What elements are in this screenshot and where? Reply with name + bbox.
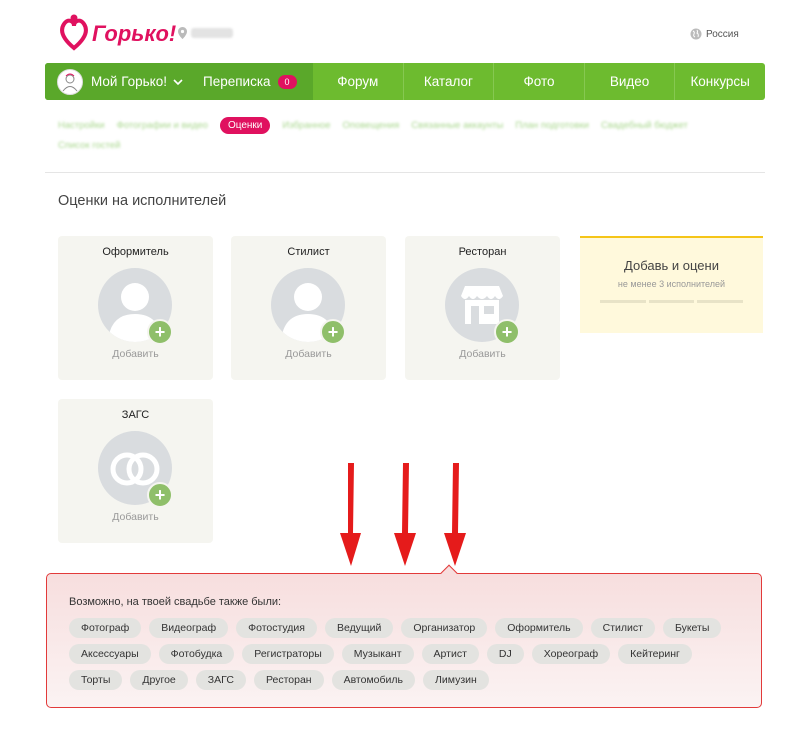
- progress-segment: [697, 300, 744, 303]
- arrow-down-icon: [444, 463, 466, 566]
- subnav-item-budget[interactable]: Свадебный бюджет: [601, 120, 688, 131]
- messages-link[interactable]: Переписка: [203, 74, 271, 89]
- vendor-chip[interactable]: ЗАГС: [195, 670, 246, 690]
- vendor-card-decorator[interactable]: Оформитель + Добавить: [58, 236, 213, 380]
- promo-progress: [600, 300, 744, 303]
- divider: [45, 172, 765, 173]
- region-label: Россия: [706, 28, 739, 40]
- card-title: Оформитель: [102, 246, 169, 258]
- location-pin-icon: [178, 27, 187, 39]
- suggested-vendors-box: Возможно, на твоей свадьбе также были: Ф…: [46, 564, 762, 708]
- vendor-chip[interactable]: DJ: [486, 644, 524, 664]
- page-title: Оценки на исполнителей: [58, 193, 227, 209]
- vendor-chip[interactable]: Артист: [421, 644, 479, 664]
- globe-icon: [690, 28, 702, 40]
- promo-title: Добавь и оцени: [624, 258, 719, 273]
- city-name-blurred: [191, 28, 233, 38]
- promo-banner: Добавь и оцени не менее 3 исполнителей: [580, 236, 763, 333]
- region-selector[interactable]: Россия: [690, 28, 739, 40]
- nav-item-forum[interactable]: Форум: [313, 63, 403, 100]
- avatar[interactable]: [57, 68, 83, 95]
- promo-subtitle: не менее 3 исполнителей: [617, 279, 726, 289]
- vendor-chip[interactable]: Автомобиль: [331, 670, 415, 690]
- nav-user-area: Мой Горько! Переписка 0: [45, 63, 313, 100]
- heart-logo-icon: [60, 14, 88, 51]
- arrow-down-icon: [394, 463, 416, 566]
- vendor-chip[interactable]: Букеты: [662, 618, 722, 638]
- vendor-chip[interactable]: Аксессуары: [69, 644, 151, 664]
- subnav-item-favorites[interactable]: Избранное: [282, 120, 330, 131]
- site-logo[interactable]: Горько!: [58, 12, 176, 52]
- vendor-chip[interactable]: Другое: [130, 670, 188, 690]
- vendor-chip[interactable]: Хореограф: [531, 644, 611, 664]
- subnav-item-guests[interactable]: Список гостей: [58, 140, 120, 151]
- subnav-item-media[interactable]: Фотографии и видео: [117, 120, 208, 131]
- vendor-chip[interactable]: Стилист: [590, 618, 655, 638]
- vendor-card-restaurant[interactable]: Ресторан + Добавить: [405, 236, 560, 380]
- add-link[interactable]: Добавить: [231, 348, 386, 360]
- chip-row: Фотограф Видеограф Фотостудия Ведущий Ор…: [69, 618, 749, 638]
- vendor-card-stylist[interactable]: Стилист + Добавить: [231, 236, 386, 380]
- add-plus-icon[interactable]: +: [320, 319, 346, 345]
- vendor-chip[interactable]: Видеограф: [149, 618, 229, 638]
- subnav-item-plan[interactable]: План подготовки: [515, 120, 589, 131]
- vendor-chip[interactable]: Организатор: [401, 618, 488, 638]
- card-title: Стилист: [287, 246, 330, 258]
- add-plus-icon[interactable]: +: [147, 319, 173, 345]
- vendor-chip[interactable]: Ведущий: [325, 618, 394, 638]
- add-link[interactable]: Добавить: [405, 348, 560, 360]
- vendor-chip[interactable]: Ресторан: [253, 670, 324, 690]
- logo-text: Горько!: [92, 21, 177, 46]
- subnav-item-linked-accounts[interactable]: Связанные аккаунты: [411, 120, 503, 131]
- progress-segment: [648, 300, 695, 303]
- my-gorko-menu[interactable]: Мой Горько!: [91, 74, 167, 89]
- progress-segment: [600, 300, 646, 303]
- vendor-card-registry[interactable]: ЗАГС + Добавить: [58, 399, 213, 543]
- suggest-title: Возможно, на твоей свадьбе также были:: [69, 596, 282, 608]
- main-navbar: Мой Горько! Переписка 0 Форум Каталог Фо…: [45, 63, 765, 100]
- vendor-chip[interactable]: Оформитель: [495, 618, 583, 638]
- subnav-item-settings[interactable]: Настройки: [58, 120, 105, 131]
- vendor-chips: Фотограф Видеограф Фотостудия Ведущий Ор…: [69, 618, 749, 696]
- vendor-chip[interactable]: Лимузин: [423, 670, 489, 690]
- chip-row: Аксессуары Фотобудка Регистраторы Музыка…: [69, 644, 749, 664]
- vendor-chip[interactable]: Кейтеринг: [618, 644, 692, 664]
- user-avatar-icon: [62, 73, 78, 91]
- add-plus-icon[interactable]: +: [494, 319, 520, 345]
- vendor-chip[interactable]: Музыкант: [341, 644, 414, 664]
- chip-row: Торты Другое ЗАГС Ресторан Автомобиль Ли…: [69, 670, 749, 690]
- card-title: ЗАГС: [121, 409, 150, 421]
- arrow-down-icon: [340, 463, 361, 566]
- messages-count-badge: 0: [277, 74, 297, 89]
- subnav-item-ratings[interactable]: Оценки: [219, 117, 271, 134]
- add-link[interactable]: Добавить: [58, 348, 213, 360]
- vendor-chip[interactable]: Регистраторы: [242, 644, 334, 664]
- annotation-arrows: [340, 463, 466, 566]
- vendor-chip[interactable]: Фотостудия: [236, 618, 317, 638]
- nav-items: Форум Каталог Фото Видео Конкурсы: [313, 63, 765, 100]
- add-link[interactable]: Добавить: [58, 511, 213, 523]
- add-plus-icon[interactable]: +: [147, 482, 173, 508]
- vendor-chip[interactable]: Торты: [69, 670, 123, 690]
- nav-item-video[interactable]: Видео: [583, 63, 675, 100]
- chevron-down-icon[interactable]: [173, 77, 183, 87]
- subnav-item-notifications[interactable]: Оповещения: [343, 120, 400, 131]
- vendor-chip[interactable]: Фотограф: [69, 618, 142, 638]
- city-selector[interactable]: [178, 27, 233, 39]
- vendor-chip[interactable]: Фотобудка: [158, 644, 235, 664]
- profile-subnav: Настройки Фотографии и видео Оценки Избр…: [58, 117, 758, 151]
- card-title: Ресторан: [458, 246, 507, 258]
- nav-item-catalog[interactable]: Каталог: [402, 63, 494, 100]
- nav-item-photo[interactable]: Фото: [493, 63, 584, 100]
- nav-item-contests[interactable]: Конкурсы: [674, 63, 765, 100]
